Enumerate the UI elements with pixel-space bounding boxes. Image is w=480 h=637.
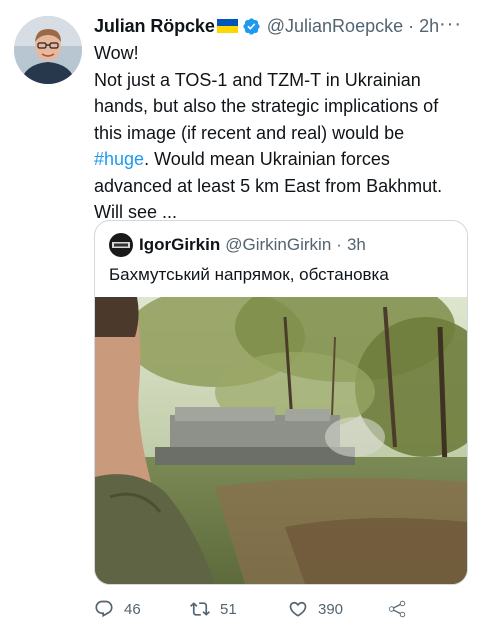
quoted-tweet-text: Бахмутський напрямок, обстановка <box>109 265 389 284</box>
tweet-text-fragment: . Would mean Ukrainian forces <box>144 149 390 169</box>
quoted-header-separator: · <box>336 235 342 254</box>
quoted-author-handle: @GirkinGirkin <box>225 235 332 254</box>
tweet-text-line: Not just a TOS-1 and TZM-T in Ukrainian <box>94 69 421 90</box>
hashtag-link[interactable]: #huge <box>94 149 144 169</box>
more-dots-icon[interactable]: ··· <box>439 13 462 36</box>
ukraine-flag-icon <box>216 19 238 33</box>
author-avatar[interactable] <box>14 16 82 84</box>
retweet-count: 51 <box>220 600 237 618</box>
retweet-button[interactable]: 51 <box>190 592 288 626</box>
retweet-icon <box>190 602 210 616</box>
like-button[interactable]: 390 <box>288 592 386 626</box>
tweet-text-line: advanced at least 5 km East from Bakhmut… <box>94 175 443 196</box>
reply-count: 46 <box>124 600 141 618</box>
reply-button[interactable]: 46 <box>94 592 190 626</box>
quoted-tweet-timestamp: 3h <box>346 235 366 254</box>
video-thumbnail-image[interactable] <box>95 297 467 584</box>
tweet-header: Julian Röpcke @JulianRoepcke · 2h ··· <box>94 13 466 39</box>
quoted-tweet-header: IgorGirkin @GirkinGirkin · 3h <box>109 233 366 257</box>
share-icon <box>388 600 406 618</box>
share-button[interactable] <box>386 592 408 626</box>
header-separator: · <box>408 15 415 36</box>
quoted-author-avatar <box>109 233 133 257</box>
tweet-text-line: hands, but also the strategic implicatio… <box>94 96 439 116</box>
reply-icon <box>95 600 113 618</box>
like-count: 390 <box>318 600 344 618</box>
author-handle[interactable]: @JulianRoepcke <box>267 16 403 37</box>
tweet-text: Wow! Not just a TOS-1 and TZM-T in Ukrai… <box>94 40 466 226</box>
verified-badge-icon <box>243 17 260 35</box>
quoted-tweet-card[interactable]: IgorGirkin @GirkinGirkin · 3h Бахмутськи… <box>94 220 468 585</box>
tweet-text-line: this image (if recent and real) would be <box>94 122 405 143</box>
heart-icon <box>289 601 307 617</box>
tweet-text-line: Wow! <box>94 43 139 63</box>
tweet-timestamp[interactable]: 2h <box>419 16 439 37</box>
tweet-actions-bar: 46 51 390 <box>94 592 466 626</box>
author-name[interactable]: Julian Röpcke <box>94 16 215 37</box>
tweet-text-line-with-hashtag: #huge. Would mean Ukrainian forces <box>94 146 466 173</box>
quoted-author-name: IgorGirkin <box>139 235 221 254</box>
